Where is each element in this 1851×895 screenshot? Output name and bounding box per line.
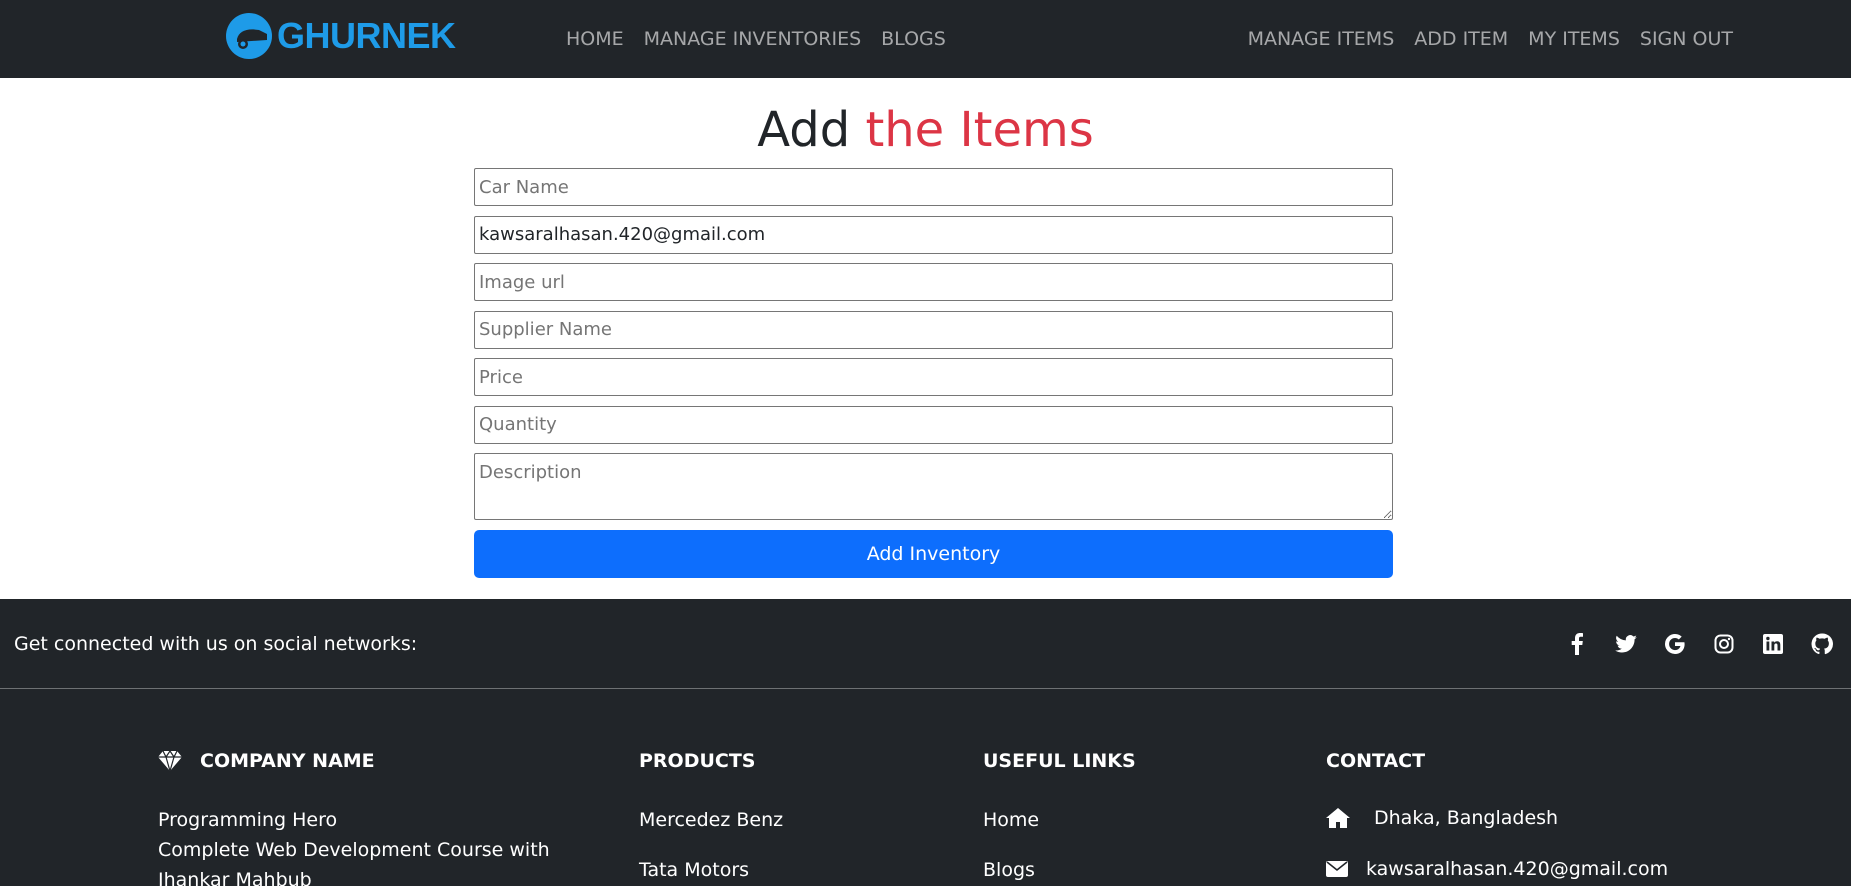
footer-products: PRODUCTS Mercedez Benz Tata Motors	[639, 749, 783, 885]
image-url-input[interactable]	[474, 263, 1393, 301]
social-icons	[1541, 631, 1835, 657]
envelope-icon	[1326, 858, 1350, 880]
contact-address-text: Dhaka, Bangladesh	[1374, 807, 1559, 829]
social-bar: Get connected with us on social networks…	[0, 599, 1851, 689]
supplier-name-input[interactable]	[474, 310, 1393, 349]
gem-icon	[158, 751, 182, 771]
contact-address: Dhaka, Bangladesh	[1326, 802, 1668, 834]
twitter-icon[interactable]	[1613, 631, 1639, 657]
navbar: GHURNEK HOME MANAGE INVENTORIES BLOGS MA…	[0, 0, 1851, 78]
quantity-input[interactable]	[474, 405, 1393, 444]
company-name: COMPANY NAME	[200, 750, 375, 772]
footer-contact: CONTACT Dhaka, Bangladesh kawsaralhasan.…	[1326, 749, 1668, 885]
brand-name: GHURNEK	[277, 15, 456, 56]
nav-manage-items[interactable]: MANAGE ITEMS	[1248, 28, 1395, 50]
page-title: Add the Items	[0, 100, 1851, 160]
footer-useful-links-title: USEFUL LINKS	[983, 750, 1136, 772]
nav-home[interactable]: HOME	[566, 28, 624, 50]
nav-user: MANAGE ITEMS ADD ITEM MY ITEMS SIGN OUT	[1248, 0, 1733, 78]
github-icon[interactable]	[1809, 631, 1835, 657]
useful-link-home[interactable]: Home	[983, 805, 1136, 835]
linkedin-icon[interactable]	[1760, 631, 1786, 657]
social-text: Get connected with us on social networks…	[14, 633, 418, 655]
nav-blogs[interactable]: BLOGS	[881, 28, 946, 50]
product-link-2[interactable]: Tata Motors	[639, 855, 783, 885]
page-title-accent: the Items	[865, 102, 1094, 158]
google-icon[interactable]	[1662, 631, 1688, 657]
brand-logo[interactable]: GHURNEK	[225, 10, 456, 62]
nav-add-item[interactable]: ADD ITEM	[1414, 28, 1508, 50]
contact-email-text: kawsaralhasan.420@gmail.com	[1366, 858, 1669, 880]
main-content: Add the Items Add Inventory	[0, 78, 1851, 599]
company-line-2: Complete Web Development Course with	[158, 839, 550, 861]
price-input[interactable]	[474, 358, 1393, 396]
email-input[interactable]	[474, 215, 1393, 254]
page-title-prefix: Add	[757, 102, 866, 158]
footer-contact-title: CONTACT	[1326, 750, 1426, 772]
add-inventory-button[interactable]: Add Inventory	[474, 529, 1393, 578]
company-line-1: Programming Hero	[158, 809, 338, 831]
company-line-3: Jhankar Mahbub	[158, 869, 312, 891]
nav-sign-out[interactable]: SIGN OUT	[1640, 28, 1733, 50]
add-item-form: Add Inventory	[474, 168, 1393, 578]
product-link-1[interactable]: Mercedez Benz	[639, 805, 783, 835]
nav-primary: HOME MANAGE INVENTORIES BLOGS	[566, 0, 966, 78]
nav-my-items[interactable]: MY ITEMS	[1528, 28, 1620, 50]
footer: Get connected with us on social networks…	[0, 599, 1851, 891]
footer-company: COMPANY NAME Programming Hero Complete W…	[158, 749, 550, 895]
instagram-icon[interactable]	[1711, 631, 1737, 657]
footer-company-title: COMPANY NAME	[158, 749, 550, 773]
home-icon	[1326, 807, 1350, 829]
description-textarea[interactable]	[474, 453, 1393, 520]
nav-manage-inventories[interactable]: MANAGE INVENTORIES	[644, 28, 862, 50]
car-name-input[interactable]	[474, 168, 1393, 206]
useful-link-blogs[interactable]: Blogs	[983, 855, 1136, 885]
footer-useful-links: USEFUL LINKS Home Blogs	[983, 749, 1136, 885]
contact-email: kawsaralhasan.420@gmail.com	[1326, 853, 1668, 885]
facebook-icon[interactable]	[1564, 631, 1590, 657]
car-logo-icon	[226, 13, 272, 59]
footer-products-title: PRODUCTS	[639, 750, 756, 772]
